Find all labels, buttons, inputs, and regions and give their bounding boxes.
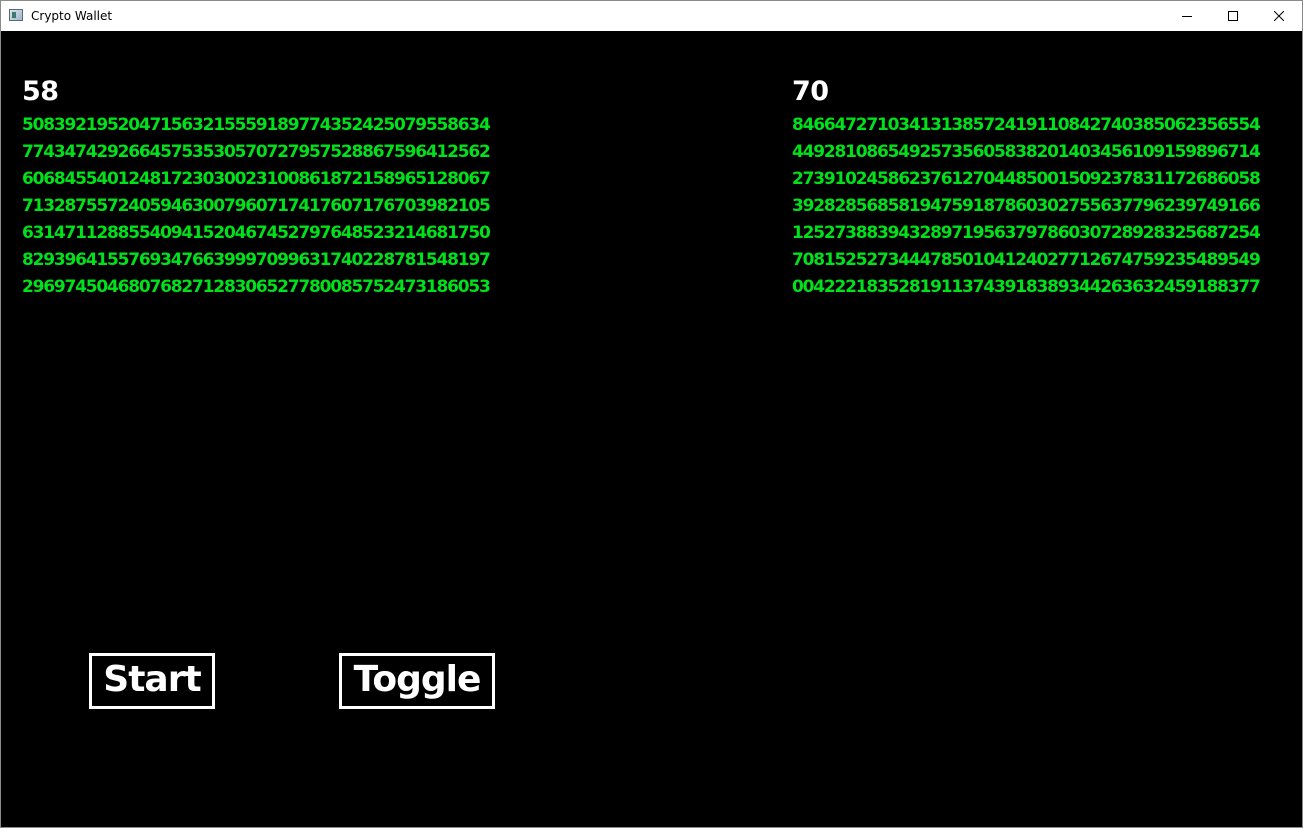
right-number-list: 8466472710341313857241911084274038506235… [792,112,1261,301]
minimize-icon [1182,16,1192,17]
number-line: 3928285685819475918786030275563779623974… [792,196,1261,216]
left-wallet-panel: 58 5083921952047156321555918977435242507… [22,76,491,301]
number-line: 7743474292664575353057072795752886759641… [22,142,491,162]
start-button[interactable]: Start [89,653,215,709]
maximize-button[interactable] [1210,1,1256,31]
toggle-button[interactable]: Toggle [339,653,495,709]
number-line: 6068455401248172303002310086187215896512… [22,169,491,189]
number-line: 7081525273444785010412402771267475923548… [792,250,1261,270]
app-window: Crypto Wallet 58 50839219520471563215559… [0,0,1303,828]
app-window-icon [9,9,23,21]
main-canvas: 58 5083921952047156321555918977435242507… [2,32,1301,827]
left-number-list: 5083921952047156321555918977435242507955… [22,112,491,301]
number-line: 8293964155769347663999709963174022878154… [22,250,491,270]
right-count: 70 [792,76,829,107]
close-icon [1274,11,1284,21]
left-count: 58 [22,76,59,107]
window-title: Crypto Wallet [31,9,113,23]
number-line: 8466472710341313857241911084274038506235… [792,115,1261,135]
title-bar[interactable]: Crypto Wallet [1,1,1302,31]
right-wallet-panel: 70 8466472710341313857241911084274038506… [792,76,1261,301]
number-line: 2969745046807682712830652778008575247318… [22,277,491,297]
number-line: 7132875572405946300796071741760717670398… [22,196,491,216]
number-line: 2739102458623761270448500150923783117268… [792,169,1261,189]
close-button[interactable] [1256,1,1302,31]
number-line: 1252738839432897195637978603072892832568… [792,223,1261,243]
minimize-button[interactable] [1164,1,1210,31]
number-line: 4492810865492573560583820140345610915989… [792,142,1261,162]
number-line: 5083921952047156321555918977435242507955… [22,115,491,135]
window-controls [1164,1,1302,31]
number-line: 6314711288554094152046745279764852321468… [22,223,491,243]
maximize-icon [1228,11,1238,21]
number-line: 0042221835281911374391838934426363245918… [792,277,1261,297]
